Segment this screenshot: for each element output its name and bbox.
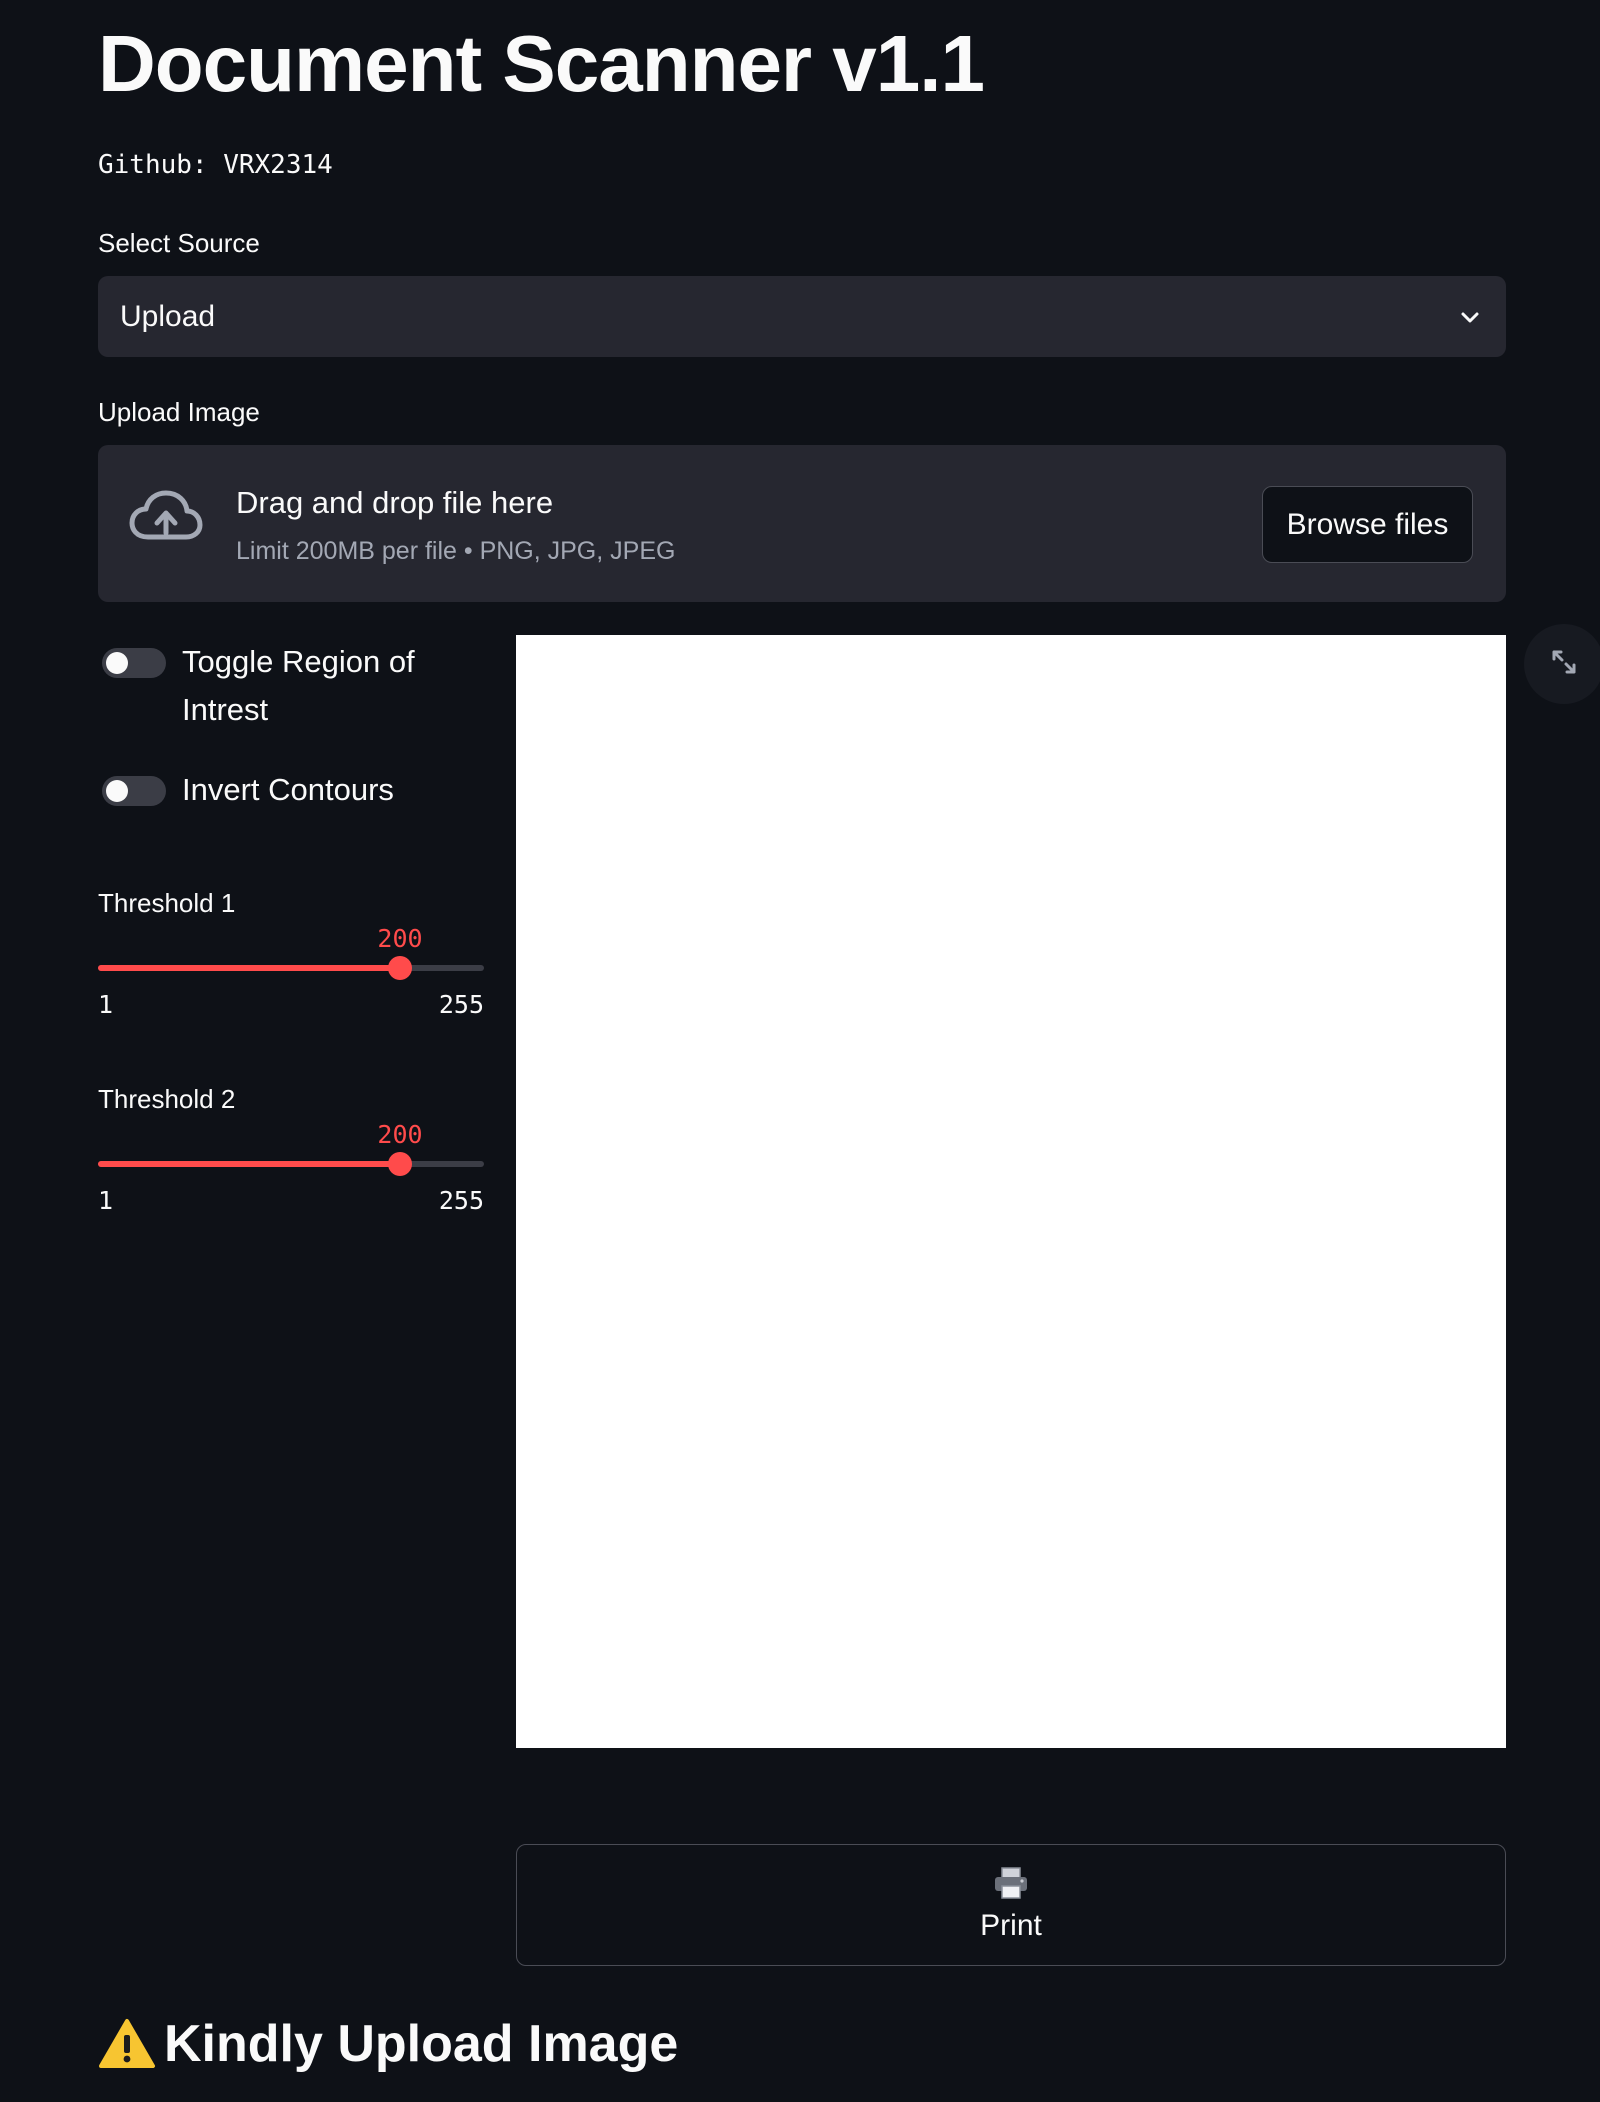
- slider-thumb[interactable]: [388, 956, 412, 980]
- print-button[interactable]: Print: [516, 1844, 1506, 1966]
- fullscreen-button[interactable]: [1524, 624, 1600, 704]
- threshold-2-slider: Threshold 2 200 1 255: [98, 1082, 484, 1232]
- toggle-roi-switch[interactable]: [102, 648, 166, 678]
- printer-icon: [993, 1866, 1029, 1900]
- app-page: Document Scanner v1.1 Github: VRX2314 Se…: [0, 0, 1600, 2102]
- page-title: Document Scanner v1.1: [98, 19, 985, 108]
- dropzone-limit: Limit 200MB per file • PNG, JPG, JPEG: [236, 537, 676, 565]
- warning-text: Kindly Upload Image: [164, 2015, 679, 2073]
- slider-min: 1: [98, 990, 114, 1019]
- file-dropzone[interactable]: Drag and drop file here Limit 200MB per …: [98, 445, 1506, 602]
- dropzone-instruction: Drag and drop file here: [236, 485, 554, 520]
- warning-icon: [98, 2018, 156, 2070]
- source-select-value: Upload: [120, 299, 216, 333]
- toggle-roi-row[interactable]: Toggle Region of Intrest: [102, 644, 442, 734]
- toggle-knob: [106, 780, 128, 802]
- slider-thumb[interactable]: [388, 1152, 412, 1176]
- slider-label: Threshold 1: [98, 888, 236, 918]
- slider-label: Threshold 2: [98, 1084, 236, 1114]
- expand-icon: [1548, 646, 1580, 683]
- chevron-down-icon: [1456, 303, 1484, 331]
- upload-image-label: Upload Image: [98, 397, 260, 427]
- print-label: Print: [980, 1909, 1042, 1942]
- invert-contours-switch[interactable]: [102, 776, 166, 806]
- invert-contours-row[interactable]: Invert Contours: [102, 772, 442, 814]
- github-text: Github: VRX2314: [98, 150, 333, 180]
- slider-current-value: 200: [377, 924, 423, 953]
- slider-max: 255: [438, 1186, 484, 1215]
- slider-min: 1: [98, 1186, 114, 1215]
- browse-files-button[interactable]: Browse files: [1262, 486, 1473, 563]
- warning-message: Kindly Upload Image: [98, 2012, 678, 2076]
- source-select[interactable]: Upload: [98, 276, 1506, 357]
- cloud-upload-icon: [128, 489, 204, 549]
- invert-contours-label: Invert Contours: [182, 772, 394, 807]
- image-canvas: [516, 635, 1506, 1748]
- slider-current-value: 200: [377, 1120, 423, 1149]
- select-source-label: Select Source: [98, 228, 260, 258]
- slider-fill: [98, 965, 400, 971]
- toggle-knob: [106, 652, 128, 674]
- slider-fill: [98, 1161, 400, 1167]
- threshold-1-slider: Threshold 1 200 1 255: [98, 886, 484, 1036]
- slider-track[interactable]: [98, 1161, 484, 1167]
- toggle-roi-label: Toggle Region of Intrest: [182, 644, 415, 727]
- slider-track[interactable]: [98, 965, 484, 971]
- slider-max: 255: [438, 990, 484, 1019]
